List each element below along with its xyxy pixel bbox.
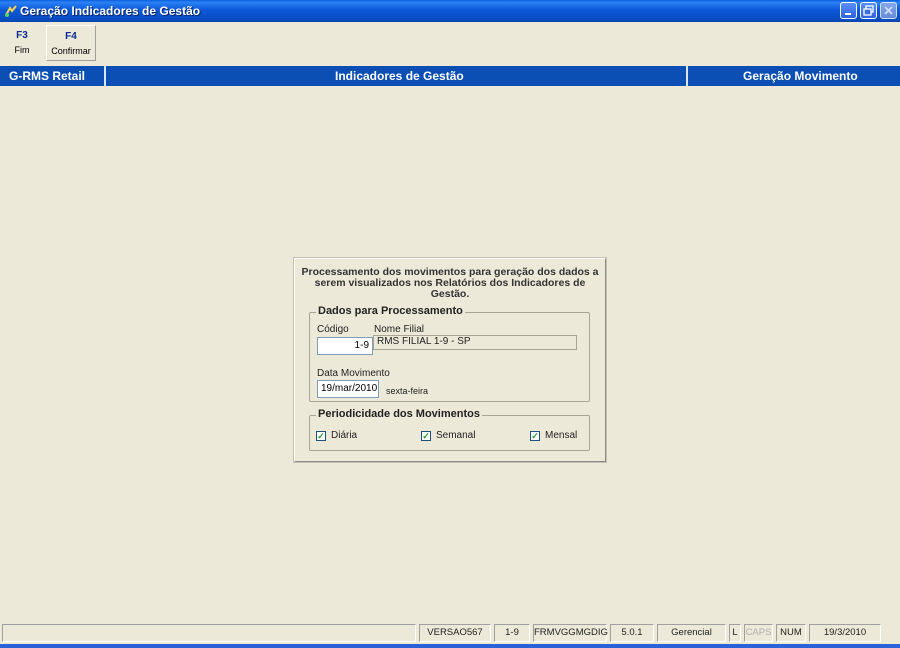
nome-filial-field: RMS FILIAL 1-9 - SP (373, 335, 577, 350)
confirmar-label: Confirmar (51, 46, 91, 56)
group-legend: Dados para Processamento (316, 305, 465, 317)
confirmar-button[interactable]: F4 Confirmar (46, 25, 96, 61)
restore-button[interactable] (860, 2, 877, 19)
status-profile: Gerencial (657, 624, 726, 642)
mensal-label: Mensal (545, 430, 578, 441)
status-form: FRMVGGMGDIG (533, 624, 608, 642)
status-num: NUM (776, 624, 806, 642)
header-module: Indicadores de Gestão (335, 69, 464, 83)
status-date: 19/3/2010 (809, 624, 881, 642)
processing-panel: Processamento dos movimentos para geraçã… (293, 257, 607, 463)
header-app-name: G-RMS Retail (9, 69, 86, 83)
checkmark-icon: ✓ (530, 431, 540, 441)
codigo-label: Código (317, 324, 349, 335)
header-band: G-RMS Retail Indicadores de Gestão Geraç… (0, 66, 900, 86)
checkmark-icon: ✓ (316, 431, 326, 441)
status-caps: CAPS (744, 624, 773, 642)
minimize-icon (845, 13, 851, 15)
status-l: L (729, 624, 741, 642)
panel-description: Processamento dos movimentos para geraçã… (301, 266, 599, 300)
close-button[interactable] (880, 2, 897, 19)
fim-key: F3 (16, 30, 28, 41)
title-bar[interactable]: Geração Indicadores de Gestão (0, 0, 900, 22)
nome-filial-label: Nome Filial (374, 324, 425, 335)
status-release: 5.0.1 (610, 624, 654, 642)
weekday-label: sexta-feira (386, 386, 429, 396)
status-bar: VERSAO567 1-9 FRMVGGMGDIG 5.0.1 Gerencia… (0, 622, 900, 644)
periodicidade-group: Periodicidade dos Movimentos ✓ Diária ✓ … (309, 408, 590, 451)
dados-processamento-group: Dados para Processamento Código Nome Fil… (309, 305, 590, 402)
group-legend: Periodicidade dos Movimentos (316, 408, 482, 420)
diaria-label: Diária (331, 430, 358, 441)
header-screen: Geração Movimento (743, 69, 858, 83)
window-title: Geração Indicadores de Gestão (20, 4, 201, 18)
data-movimento-input[interactable]: 19/mar/2010 (317, 380, 379, 398)
codigo-input[interactable]: 1-9 (317, 337, 373, 355)
fim-label: Fim (14, 45, 30, 55)
status-version: VERSAO567 (419, 624, 491, 642)
checkmark-icon: ✓ (421, 431, 431, 441)
header-separator (686, 66, 688, 86)
header-separator (104, 66, 106, 86)
bottom-border (0, 644, 900, 648)
confirmar-key: F4 (65, 31, 77, 42)
status-message (2, 624, 416, 642)
restore-icon (863, 5, 874, 16)
semanal-label: Semanal (436, 430, 476, 441)
app-icon (5, 5, 17, 17)
minimize-button[interactable] (840, 2, 857, 19)
close-icon (884, 6, 893, 15)
status-filial: 1-9 (494, 624, 530, 642)
toolbar: F3 Fim F4 Confirmar (0, 22, 900, 64)
fim-button[interactable]: F3 Fim (2, 25, 42, 61)
data-movimento-label: Data Movimento (317, 368, 390, 379)
